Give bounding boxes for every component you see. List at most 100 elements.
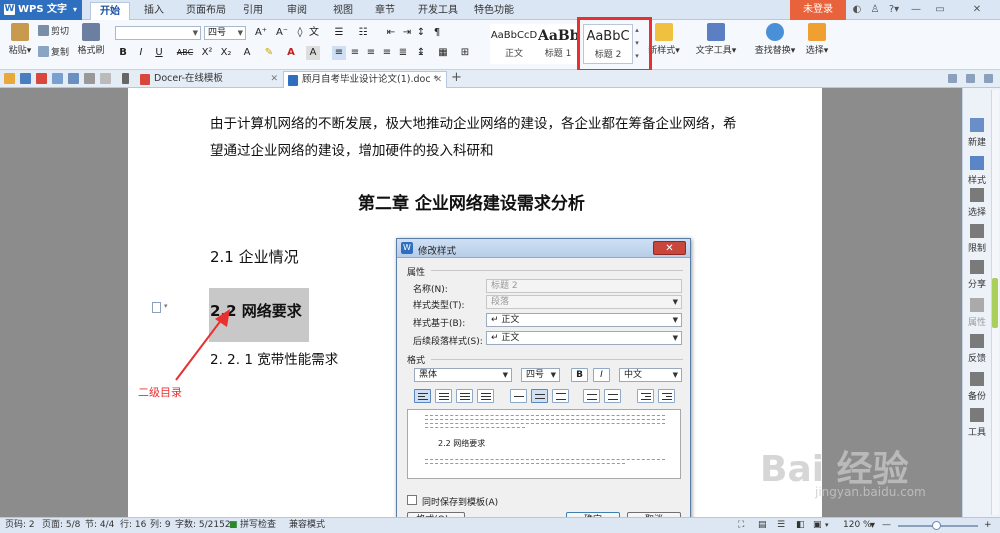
one-half-spacing-icon[interactable]: [531, 389, 548, 403]
decrease-indent-icon[interactable]: ⇤: [384, 26, 398, 40]
strikethrough-button[interactable]: ABC: [172, 46, 198, 60]
sidebar-restrict[interactable]: 限制: [963, 224, 991, 254]
tab-features[interactable]: 特色功能: [468, 2, 520, 20]
view-icon[interactable]: [984, 74, 993, 83]
borders-icon[interactable]: ⊞: [458, 46, 472, 60]
fullscreen-icon[interactable]: ⛶: [738, 518, 744, 533]
shading-icon[interactable]: ▦: [436, 46, 450, 60]
tab-view[interactable]: 视图: [329, 2, 357, 20]
undo-icon[interactable]: [84, 73, 95, 84]
single-spacing-icon[interactable]: [510, 389, 527, 403]
select-button[interactable]: 选择▾: [800, 23, 834, 56]
tab-page-layout[interactable]: 页面布局: [180, 2, 232, 20]
font-name-select[interactable]: ▼: [115, 26, 201, 40]
align-center-icon[interactable]: ≡: [348, 46, 362, 60]
style-heading-1[interactable]: AaBb 标题 1: [538, 24, 578, 64]
zoom-minus-icon[interactable]: —: [882, 518, 891, 533]
find-replace-button[interactable]: 查找替换▾: [750, 23, 800, 56]
align-right-icon[interactable]: [456, 389, 473, 403]
zoom-out-icon[interactable]: ▾: [870, 518, 875, 533]
justify-icon[interactable]: [477, 389, 494, 403]
save-icon[interactable]: [20, 73, 31, 84]
justify-icon[interactable]: ≡: [380, 46, 394, 60]
paste-button[interactable]: 粘贴▾: [6, 23, 34, 56]
status-word-count[interactable]: 字数: 5/2152: [175, 518, 231, 533]
align-center-icon[interactable]: [435, 389, 452, 403]
decrease-indent-icon[interactable]: [637, 389, 654, 403]
font-select[interactable]: 黑体 ▼: [414, 368, 512, 382]
space-after-icon[interactable]: [604, 389, 621, 403]
font-color-icon[interactable]: A: [284, 46, 298, 60]
sidebar-properties[interactable]: 属性: [963, 298, 991, 328]
preview-icon[interactable]: [68, 73, 79, 84]
grow-font-icon[interactable]: A⁺: [250, 26, 272, 40]
close-tab-icon[interactable]: ✕: [270, 71, 278, 87]
dialog-close-button[interactable]: ✕: [653, 241, 686, 255]
sidebar-style[interactable]: 样式: [963, 156, 991, 186]
scroll-thumb[interactable]: [992, 278, 998, 328]
view-icon[interactable]: [966, 74, 975, 83]
zoom-plus-icon[interactable]: +: [984, 518, 992, 533]
skin-icon[interactable]: ◐: [850, 3, 864, 17]
status-spell-check[interactable]: 拼写检查: [240, 518, 276, 533]
reading-view-icon[interactable]: ▣: [813, 518, 822, 533]
char-shading-icon[interactable]: A: [306, 46, 320, 60]
status-page-code[interactable]: 页码: 2: [5, 518, 35, 533]
increase-indent-icon[interactable]: [658, 389, 675, 403]
help-icon[interactable]: ?▾: [885, 3, 903, 17]
based-on-select[interactable]: ↵ 正文 ▼: [486, 313, 682, 327]
align-right-icon[interactable]: ≡: [364, 46, 378, 60]
pdf-icon[interactable]: [36, 73, 47, 84]
copy-button[interactable]: 复制: [38, 46, 69, 60]
phonetic-icon[interactable]: 文: [304, 26, 324, 40]
new-tab-icon[interactable]: +: [451, 70, 462, 85]
sort-icon[interactable]: ↕: [414, 26, 428, 40]
text-tools-button[interactable]: 文字工具▾: [692, 23, 740, 56]
restore-icon[interactable]: ▭: [933, 3, 947, 17]
highlight-icon[interactable]: ✎: [262, 46, 276, 60]
shirt-icon[interactable]: ♙: [868, 3, 882, 17]
numbered-list-icon[interactable]: ☷: [356, 26, 370, 40]
style-normal[interactable]: AaBbCcD 正文: [490, 24, 538, 64]
zoom-slider-thumb[interactable]: [932, 521, 941, 530]
sidebar-share[interactable]: 分享: [963, 260, 991, 290]
tab-insert[interactable]: 插入: [137, 2, 171, 20]
more-icon[interactable]: [122, 73, 129, 84]
font-size-select[interactable]: 四号 ▼: [204, 26, 246, 40]
outline-view-icon[interactable]: ☰: [777, 518, 785, 533]
wps-menu-button[interactable]: W WPS 文字 ▾: [0, 0, 82, 20]
format-painter-button[interactable]: 格式刷: [76, 23, 106, 56]
double-spacing-icon[interactable]: [552, 389, 569, 403]
chevron-down-icon[interactable]: ▾: [164, 302, 168, 310]
cut-button[interactable]: 剪切: [38, 25, 69, 39]
bullet-list-icon[interactable]: ☰: [332, 26, 346, 40]
minimize-icon[interactable]: —: [909, 3, 923, 17]
page-view-icon[interactable]: ▤: [758, 518, 767, 533]
bold-button[interactable]: B: [116, 46, 130, 60]
sidebar-new[interactable]: 新建: [963, 118, 991, 148]
close-tab-icon[interactable]: ✕: [434, 72, 442, 88]
increase-indent-icon[interactable]: ⇥: [400, 26, 414, 40]
line-spacing-icon[interactable]: ↨: [414, 46, 428, 60]
paragraph-handle-icon[interactable]: [152, 302, 161, 313]
view-icon[interactable]: [948, 74, 957, 83]
space-before-icon[interactable]: [583, 389, 600, 403]
sidebar-feedback[interactable]: 反馈: [963, 334, 991, 364]
align-left-icon[interactable]: [414, 389, 431, 403]
text-effect-icon[interactable]: A: [240, 46, 254, 60]
language-select[interactable]: 中文 ▼: [619, 368, 682, 382]
chevron-down-icon[interactable]: ▾: [825, 518, 829, 533]
redo-icon[interactable]: [100, 73, 111, 84]
underline-button[interactable]: U: [152, 46, 166, 60]
next-style-select[interactable]: ↵ 正文 ▼: [486, 331, 682, 345]
sidebar-backup[interactable]: 备份: [963, 372, 991, 402]
tab-section[interactable]: 章节: [371, 2, 399, 20]
tab-docer-templates[interactable]: Docer-在线模板 ✕: [136, 71, 282, 88]
superscript-button[interactable]: X²: [199, 46, 215, 60]
italic-toggle[interactable]: I: [593, 368, 610, 382]
status-zoom[interactable]: 120 %: [843, 518, 872, 533]
sidebar-select[interactable]: 选择: [963, 188, 991, 218]
tab-active-document[interactable]: 顾月自考毕业设计论文(1).doc * ✕: [283, 71, 447, 88]
size-select[interactable]: 四号 ▼: [521, 368, 560, 382]
web-view-icon[interactable]: ◧: [796, 518, 805, 533]
